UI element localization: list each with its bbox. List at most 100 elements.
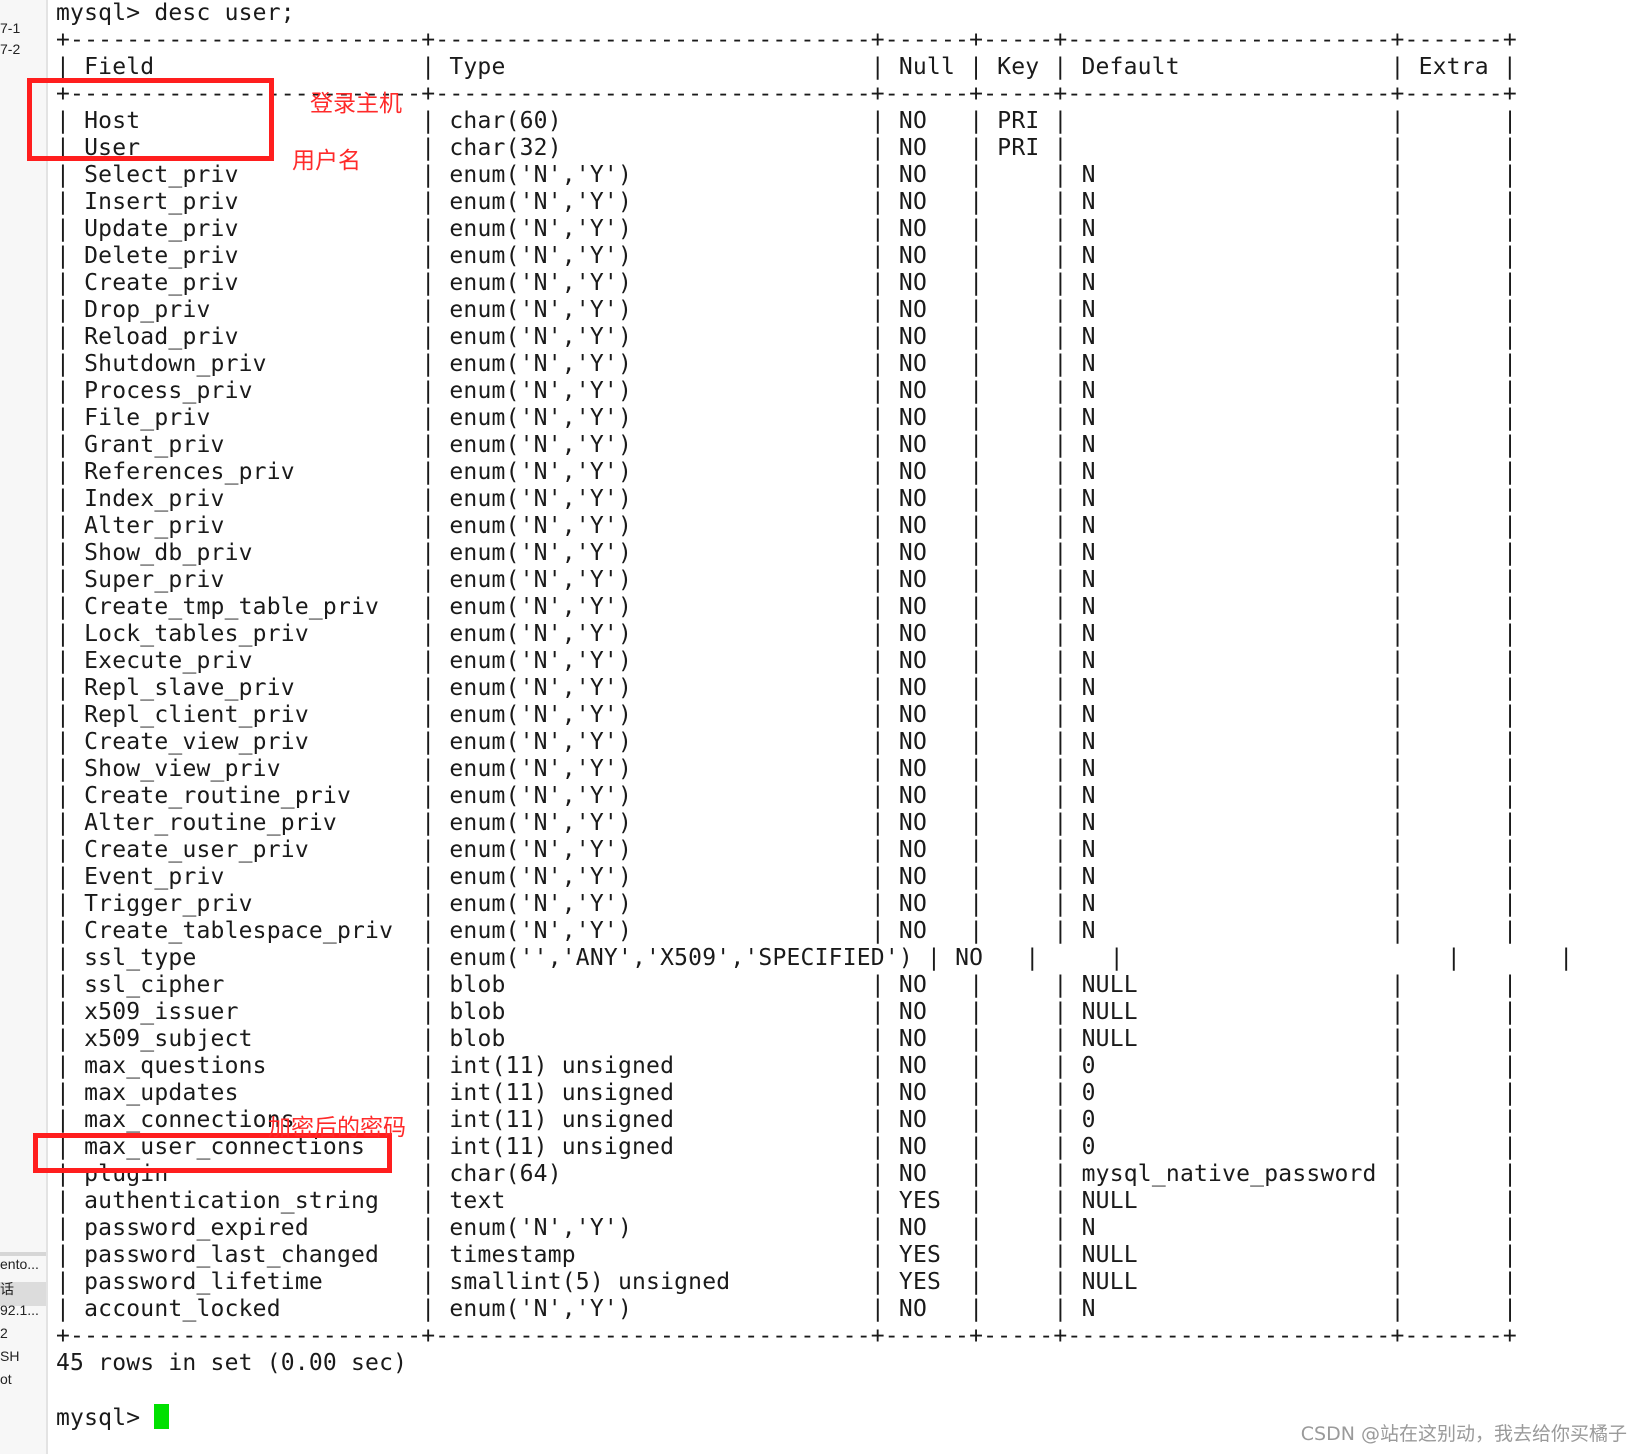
- column-separator: |: [1053, 918, 1082, 944]
- cell-field: max_connections: [84, 1107, 295, 1133]
- cell-field: Create_routine_priv: [84, 783, 352, 809]
- column-separator: |: [1503, 594, 1518, 620]
- column-separator: |: [1503, 243, 1518, 269]
- column-separator: |: [969, 1080, 998, 1106]
- column-separator: |: [1053, 486, 1082, 512]
- cell-default: N: [1081, 459, 1096, 485]
- column-separator: |: [421, 243, 450, 269]
- column-separator: |: [870, 972, 899, 998]
- cell-null: NO: [898, 108, 928, 134]
- column-separator: |: [1503, 486, 1518, 512]
- column-separator: |: [1053, 1296, 1082, 1322]
- cell-null: NO: [898, 297, 928, 323]
- column-separator: |: [56, 1107, 85, 1133]
- column-separator: |: [1390, 702, 1419, 728]
- cell-type: enum('N','Y'): [449, 837, 632, 863]
- column-separator: |: [1390, 783, 1419, 809]
- column-separator: |: [421, 405, 450, 431]
- column-separator: |: [969, 864, 998, 890]
- column-separator: |: [1390, 729, 1419, 755]
- cell-null: NO: [898, 918, 928, 944]
- table-row: | Reload_priv | enum('N','Y') | NO | | N…: [56, 324, 1573, 351]
- column-separator: |: [870, 891, 899, 917]
- cell-type: char(60): [449, 108, 562, 134]
- cell-null: NO: [898, 837, 928, 863]
- column-separator: |: [969, 1215, 998, 1241]
- session-item[interactable]: 2: [0, 1325, 8, 1341]
- column-separator: |: [1390, 918, 1419, 944]
- column-separator: |: [421, 1269, 450, 1295]
- column-separator: |: [1053, 1026, 1082, 1052]
- table-row: | Create_tablespace_priv | enum('N','Y')…: [56, 918, 1573, 945]
- session-item[interactable]: SH: [0, 1348, 19, 1364]
- column-separator: |: [1053, 459, 1082, 485]
- column-separator: |: [1503, 378, 1518, 404]
- column-separator: |: [969, 378, 998, 404]
- cell-field: Create_view_priv: [84, 729, 309, 755]
- column-separator: |: [421, 1296, 450, 1322]
- column-separator: |: [56, 810, 85, 836]
- session-sidebar[interactable]: 7-1 7-2 ento... 话 92.1... 2 SH ot: [0, 0, 48, 1454]
- session-item[interactable]: 7-1: [0, 20, 20, 36]
- column-separator: |: [1390, 999, 1419, 1025]
- session-item[interactable]: 话: [0, 1279, 14, 1299]
- column-separator: |: [56, 1269, 85, 1295]
- cell-type: enum('N','Y'): [449, 729, 632, 755]
- session-item[interactable]: 7-2: [0, 41, 20, 57]
- terminal-output[interactable]: mysql> desc user; +---------------------…: [56, 0, 1573, 1431]
- cell-field: References_priv: [84, 459, 295, 485]
- column-separator: |: [1503, 216, 1518, 242]
- cell-type: enum('N','Y'): [449, 783, 632, 809]
- cell-field: account_locked: [84, 1296, 281, 1322]
- column-separator: |: [1053, 1188, 1082, 1214]
- column-separator: |: [870, 1080, 899, 1106]
- session-item[interactable]: 92.1...: [0, 1302, 39, 1318]
- column-separator: |: [56, 729, 85, 755]
- table-row: | account_locked | enum('N','Y') | NO | …: [56, 1296, 1573, 1323]
- cell-field: Trigger_priv: [84, 891, 253, 917]
- session-item[interactable]: ot: [0, 1371, 12, 1387]
- column-separator: |: [1053, 756, 1082, 782]
- column-separator: |: [1390, 1188, 1419, 1214]
- column-separator: |: [1390, 1269, 1419, 1295]
- column-separator: |: [56, 1188, 85, 1214]
- column-separator: |: [421, 972, 450, 998]
- cell-default: NULL: [1081, 1242, 1138, 1268]
- table-row: | Grant_priv | enum('N','Y') | NO | | N …: [56, 432, 1573, 459]
- cell-field: Shutdown_priv: [84, 351, 267, 377]
- cell-type: int(11) unsigned: [449, 1134, 675, 1160]
- column-separator: |: [1503, 432, 1518, 458]
- column-separator: |: [1503, 324, 1518, 350]
- column-separator: |: [56, 999, 85, 1025]
- column-separator: |: [870, 1161, 899, 1187]
- cell-field: Delete_priv: [84, 243, 239, 269]
- table-row: | x509_subject | blob | NO | | NULL | |: [56, 1026, 1573, 1053]
- column-separator: |: [1503, 621, 1518, 647]
- cell-default: NULL: [1081, 1269, 1138, 1295]
- column-separator: |: [1053, 513, 1082, 539]
- column-separator: |: [969, 891, 998, 917]
- cell-default: N: [1081, 621, 1096, 647]
- column-separator: |: [421, 837, 450, 863]
- session-item[interactable]: ento...: [0, 1256, 39, 1272]
- cell-default: N: [1081, 1296, 1096, 1322]
- table-row: | Alter_routine_priv | enum('N','Y') | N…: [56, 810, 1573, 837]
- cell-field: Execute_priv: [84, 648, 253, 674]
- column-separator: |: [56, 675, 85, 701]
- column-separator: |: [1053, 567, 1082, 593]
- column-separator: |: [421, 459, 450, 485]
- column-separator: |: [1390, 1161, 1419, 1187]
- table-row: | ssl_cipher | blob | NO | | NULL | |: [56, 972, 1573, 999]
- column-separator: |: [56, 783, 85, 809]
- column-separator: |: [1390, 837, 1419, 863]
- cell-default: N: [1081, 243, 1096, 269]
- column-separator: |: [56, 594, 85, 620]
- table-row: | Select_priv | enum('N','Y') | NO | | N…: [56, 162, 1573, 189]
- column-separator: |: [56, 297, 85, 323]
- cell-null: NO: [898, 621, 928, 647]
- cell-type: enum('N','Y'): [449, 189, 632, 215]
- column-separator: |: [421, 297, 450, 323]
- column-separator: |: [421, 162, 450, 188]
- column-separator: |: [870, 405, 899, 431]
- column-separator: |: [1503, 1080, 1518, 1106]
